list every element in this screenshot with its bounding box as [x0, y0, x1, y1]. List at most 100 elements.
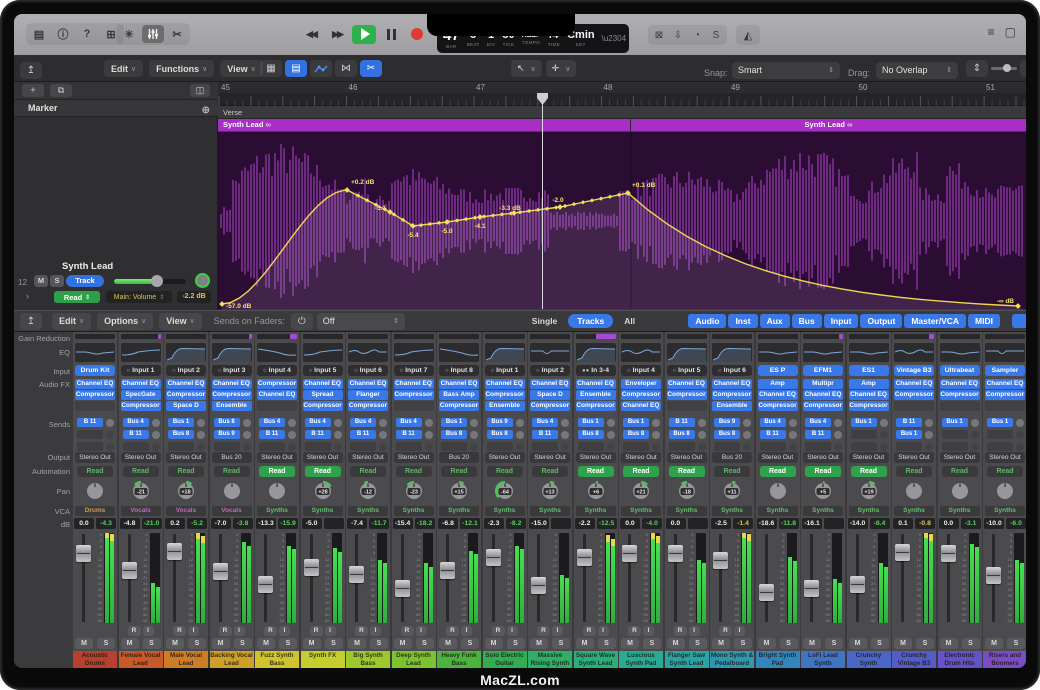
send-level-knob[interactable] — [379, 419, 387, 427]
fader-cap[interactable] — [167, 543, 182, 560]
sends-on-faders-menu[interactable]: Off⇕ — [317, 313, 405, 330]
segment-single[interactable]: Single — [523, 314, 567, 328]
send-level-knob[interactable] — [880, 431, 888, 439]
input-monitor-button[interactable]: I — [598, 626, 609, 636]
record-enable-button[interactable]: R — [446, 626, 459, 636]
send-slot[interactable]: Bus 4 — [350, 418, 376, 427]
send-slot-empty[interactable] — [441, 442, 467, 451]
audio-fx-slot[interactable]: Compressor — [758, 401, 798, 411]
send-level-knob[interactable] — [652, 419, 660, 427]
send-slot-empty[interactable] — [123, 442, 149, 451]
level-meter[interactable] — [605, 533, 615, 623]
send-level-knob[interactable] — [243, 431, 251, 439]
eq-thumbnail[interactable] — [940, 343, 980, 362]
channel-name[interactable]: Fuzz Synth Bass — [255, 651, 299, 668]
send-level-knob[interactable] — [106, 419, 114, 427]
eq-thumbnail[interactable] — [348, 343, 388, 362]
fader-cap[interactable] — [804, 580, 819, 597]
send-level-knob[interactable] — [152, 431, 160, 439]
audio-fx-slot[interactable]: Channel EQ — [758, 390, 798, 400]
marker-options-icon[interactable]: ⊕ — [202, 102, 210, 119]
mute-button[interactable]: M — [166, 638, 184, 649]
input-slot[interactable]: ○Input 7 — [394, 365, 434, 376]
send-slot-empty[interactable] — [578, 442, 604, 451]
send-level-knob[interactable] — [334, 443, 342, 451]
power-icon[interactable]: ⏻ — [291, 313, 313, 330]
record-enable-button[interactable]: R — [674, 626, 687, 636]
audio-region-waveform[interactable]: -57.0 dB+0.2 dB-5.1-5.4-5.0-4.1-3.3 dB-2… — [218, 131, 1026, 309]
channel-name[interactable]: Luscious Synth Pad — [619, 651, 663, 668]
send-slot-empty[interactable] — [623, 442, 649, 451]
play-button[interactable] — [352, 25, 376, 44]
fader-cap[interactable] — [986, 567, 1001, 584]
mute-button[interactable]: M — [803, 638, 821, 649]
output-slot[interactable]: Stereo Out — [621, 452, 661, 463]
count-in-icon[interactable]: ⇩ — [670, 30, 686, 41]
channel-name[interactable]: Heavy Funk Bass — [437, 651, 481, 668]
record-enable-button[interactable]: R — [719, 626, 732, 636]
send-slot[interactable]: Bus 8 — [714, 430, 740, 439]
solo-button[interactable]: S — [97, 638, 115, 649]
send-slot[interactable]: Bus 4 — [760, 418, 786, 427]
output-slot[interactable]: Stereo Out — [940, 452, 980, 463]
fader-cap[interactable] — [213, 563, 228, 580]
menu-view[interactable]: View∨ — [220, 60, 262, 77]
eq-thumbnail[interactable] — [712, 343, 752, 362]
automation-mode[interactable]: Read — [851, 466, 887, 477]
project-chooser-icon[interactable]: ▤ — [28, 25, 50, 43]
pan-knob[interactable] — [84, 480, 106, 502]
send-level-knob[interactable] — [789, 419, 797, 427]
audio-fx-slot-empty[interactable] — [940, 401, 980, 411]
send-slot[interactable]: Bus 4 — [305, 418, 331, 427]
send-slot-empty[interactable] — [77, 442, 103, 451]
pan-knob[interactable] — [994, 480, 1016, 502]
pan-knob[interactable]: -21 — [130, 480, 152, 502]
solo-button[interactable]: S — [598, 638, 616, 649]
eq-thumbnail[interactable] — [621, 343, 661, 362]
send-slot-empty[interactable] — [805, 442, 831, 451]
input-slot[interactable]: ○Input 5 — [667, 365, 707, 376]
channel-name[interactable]: Massive Rising Synth — [528, 651, 572, 668]
solo-button[interactable]: S — [188, 638, 206, 649]
input-monitor-button[interactable]: I — [234, 626, 245, 636]
send-level-knob[interactable] — [561, 443, 569, 451]
input-slot[interactable]: ○Input 1 — [121, 365, 161, 376]
solo-mode-icon[interactable]: S — [708, 30, 724, 41]
fader-cap[interactable] — [258, 576, 273, 593]
send-slot[interactable]: B 11 — [123, 430, 149, 439]
solo-button[interactable]: S — [962, 638, 980, 649]
send-level-knob[interactable] — [106, 443, 114, 451]
audio-fx-slot[interactable]: Channel EQ — [576, 379, 616, 389]
fader-cap[interactable] — [850, 576, 865, 593]
send-slot-empty[interactable] — [851, 442, 877, 451]
mixer-menu-edit[interactable]: Edit∨ — [52, 313, 91, 330]
input-monitor-button[interactable]: I — [188, 626, 199, 636]
input-slot[interactable]: Drum Kit — [75, 365, 115, 376]
eq-thumbnail[interactable] — [439, 343, 479, 362]
audio-fx-slot-empty[interactable] — [667, 401, 707, 411]
automation-mode[interactable]: Read — [942, 466, 978, 477]
audio-fx-slot[interactable]: Flanger — [348, 390, 388, 400]
automation-mode[interactable]: Read — [896, 466, 932, 477]
level-meter[interactable] — [332, 533, 342, 623]
volume-knob[interactable] — [151, 275, 163, 287]
send-slot[interactable]: B 11 — [350, 430, 376, 439]
send-slot[interactable]: Bus 1 — [441, 418, 467, 427]
info-icon[interactable]: ⓘ — [52, 25, 74, 43]
track-name[interactable]: Synth Lead — [62, 261, 113, 272]
marker-verse[interactable]: Verse — [218, 106, 1026, 119]
menu-functions[interactable]: Functions∨ — [149, 60, 214, 77]
send-slot-empty[interactable] — [168, 442, 194, 451]
channel-name[interactable]: Female Vocal Lead — [119, 651, 163, 668]
audio-fx-slot[interactable]: Amp — [758, 379, 798, 389]
output-slot[interactable]: Stereo Out — [985, 452, 1025, 463]
vca-assignment[interactable]: Synths — [621, 506, 661, 516]
level-meter[interactable] — [377, 533, 387, 623]
grid-icon[interactable]: ▦ — [260, 60, 282, 77]
drag-menu[interactable]: No Overlap⇕ — [876, 60, 958, 79]
send-level-knob[interactable] — [834, 419, 842, 427]
mute-button[interactable]: M — [257, 638, 275, 649]
output-slot[interactable]: Stereo Out — [485, 452, 525, 463]
audio-fx-slot[interactable]: Compressor — [530, 401, 570, 411]
record-enable-button[interactable]: R — [310, 626, 323, 636]
